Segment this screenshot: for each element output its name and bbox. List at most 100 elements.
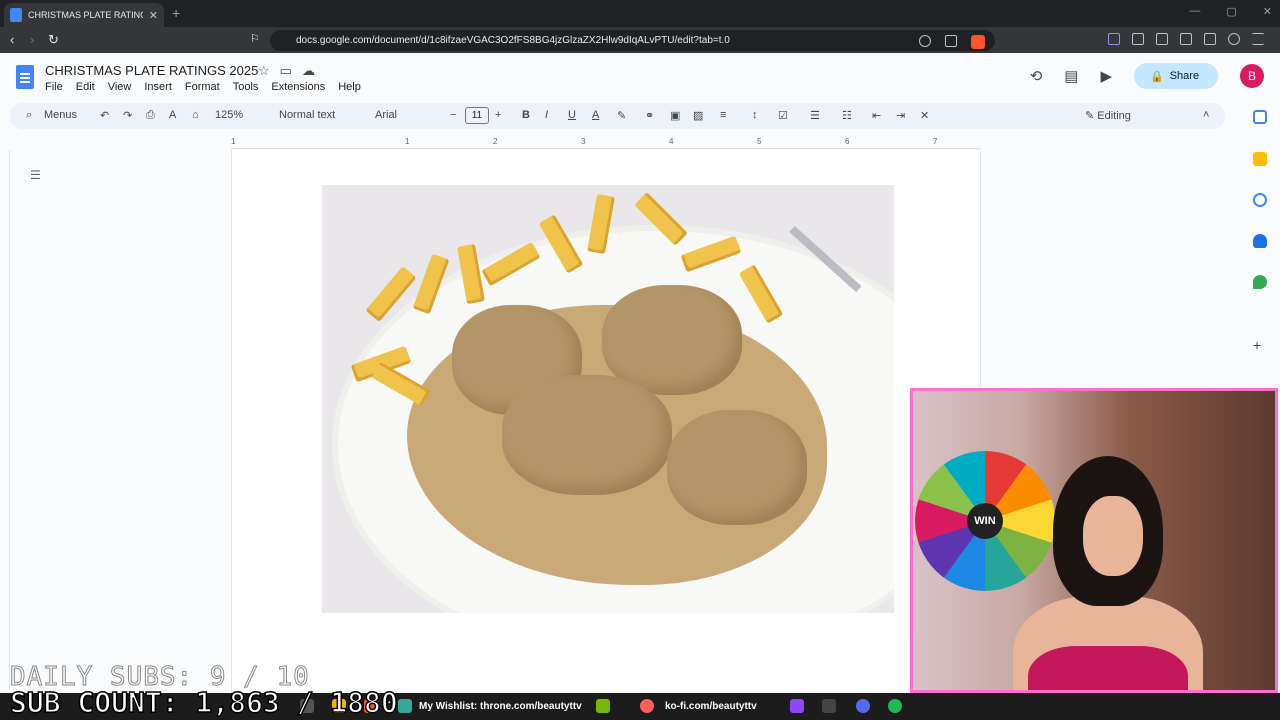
forward-icon[interactable]: ›: [30, 32, 34, 47]
close-tab-icon[interactable]: ✕: [149, 9, 158, 22]
style-select[interactable]: Normal text: [279, 109, 335, 121]
increase-font-icon[interactable]: +: [495, 109, 501, 121]
checklist-icon[interactable]: ☑: [778, 109, 788, 122]
maximize-button[interactable]: ▢: [1226, 5, 1236, 18]
bold-icon[interactable]: B: [522, 109, 530, 121]
sync-icon[interactable]: [1204, 33, 1216, 45]
decrease-font-icon[interactable]: −: [450, 109, 456, 121]
search-menus-label[interactable]: Menus: [44, 109, 77, 121]
menu-view[interactable]: View: [108, 81, 132, 93]
browser-tab[interactable]: CHRISTMAS PLATE RATINGS 20… ✕: [4, 3, 164, 27]
spellcheck-icon[interactable]: A: [169, 109, 176, 121]
docs-header: CHRISTMAS PLATE RATINGS 2025 ☆ ▭ ☁ File …: [0, 53, 1280, 100]
sidebar-icon[interactable]: [1180, 33, 1192, 45]
reload-icon[interactable]: ↻: [48, 32, 59, 48]
tasks-icon[interactable]: [1253, 193, 1267, 207]
ruler-number: 2: [493, 137, 498, 146]
align-icon[interactable]: ≡: [720, 109, 726, 121]
spotify-icon[interactable]: [888, 699, 902, 713]
add-addon-icon[interactable]: +: [1253, 338, 1267, 352]
streamer: [993, 456, 1223, 690]
puzzle-icon[interactable]: [1132, 33, 1144, 45]
line-spacing-icon[interactable]: ↕: [752, 109, 758, 121]
wishlist-text: My Wishlist: throne.com/beautyttv: [419, 701, 582, 712]
meat-piece: [502, 375, 672, 495]
editing-mode-select[interactable]: ✎ Editing: [1085, 109, 1131, 122]
address-bar[interactable]: docs.google.com/document/d/1c8ifzaeVGAC3…: [270, 30, 995, 51]
minimize-button[interactable]: —: [1189, 5, 1200, 18]
document-title[interactable]: CHRISTMAS PLATE RATINGS 2025: [45, 63, 258, 78]
share-button[interactable]: 🔒 Share: [1134, 63, 1218, 89]
search-menus-icon[interactable]: ⌕: [26, 109, 32, 122]
image-icon[interactable]: ▨: [693, 109, 703, 122]
cloud-status-icon[interactable]: ☁: [302, 63, 315, 79]
comment-icon[interactable]: ▣: [670, 109, 680, 122]
tab-title: CHRISTMAS PLATE RATINGS 20…: [28, 10, 143, 20]
comments-icon[interactable]: ▤: [1064, 67, 1078, 85]
extension-icon[interactable]: [1108, 33, 1120, 45]
brave-shields-icon[interactable]: [971, 35, 985, 49]
undo-icon[interactable]: ↶: [100, 109, 109, 122]
clear-format-icon[interactable]: ✕: [920, 109, 929, 122]
italic-icon[interactable]: I: [545, 109, 548, 121]
kofi-text: ko-fi.com/beautyttv: [665, 701, 757, 712]
link-icon[interactable]: ⚭: [645, 109, 654, 122]
paint-format-icon[interactable]: ⌂: [192, 109, 199, 121]
maps-icon[interactable]: [1253, 275, 1267, 289]
new-tab-button[interactable]: +: [172, 5, 180, 21]
bookmark-icon[interactable]: ⚐: [250, 32, 260, 45]
sub-count-counter: SUB COUNT: 1,863 / 1880: [9, 685, 398, 720]
vpn-icon[interactable]: [1228, 33, 1240, 45]
streamer-face: [1083, 496, 1143, 576]
zoom-select[interactable]: 125%: [215, 109, 243, 121]
bullet-list-icon[interactable]: ☰: [810, 109, 820, 122]
move-folder-icon[interactable]: ▭: [280, 63, 292, 79]
browser-navbar: ‹ › ↻ ⚐ docs.google.com/document/d/1c8if…: [0, 27, 1280, 53]
twitch-icon[interactable]: [790, 699, 804, 713]
menu-extensions[interactable]: Extensions: [271, 81, 325, 93]
menu-help[interactable]: Help: [338, 81, 361, 93]
menu-icon[interactable]: [1252, 33, 1264, 45]
share-page-icon[interactable]: [945, 35, 957, 47]
taskbar-app-icon[interactable]: [398, 699, 412, 713]
collapse-toolbar-icon[interactable]: ˄: [1203, 109, 1209, 121]
menu-format[interactable]: Format: [185, 81, 220, 93]
nvidia-icon[interactable]: [596, 699, 610, 713]
menu-file[interactable]: File: [45, 81, 63, 93]
decrease-indent-icon[interactable]: ⇤: [872, 109, 881, 122]
obs-icon[interactable]: [822, 699, 836, 713]
avatar[interactable]: B: [1240, 64, 1264, 88]
close-window-button[interactable]: ✕: [1263, 5, 1272, 18]
kofi-icon[interactable]: [640, 699, 654, 713]
version-history-icon[interactable]: ⟲: [1030, 67, 1043, 85]
contacts-icon[interactable]: [1253, 234, 1267, 248]
zoom-icon[interactable]: [919, 35, 931, 47]
print-icon[interactable]: ⎙: [146, 109, 155, 122]
back-icon[interactable]: ‹: [10, 32, 14, 47]
increase-indent-icon[interactable]: ⇥: [896, 109, 905, 122]
browser-titlebar: CHRISTMAS PLATE RATINGS 20… ✕ + — ▢ ✕: [0, 0, 1280, 27]
calendar-icon[interactable]: [1253, 110, 1267, 124]
highlight-icon[interactable]: ✎: [617, 109, 626, 122]
menu-insert[interactable]: Insert: [144, 81, 172, 93]
ruler-number: 1: [405, 137, 410, 146]
plate-photo[interactable]: [322, 185, 894, 613]
redo-icon[interactable]: ↷: [123, 109, 132, 122]
menu-tools[interactable]: Tools: [233, 81, 259, 93]
docs-logo-icon[interactable]: [16, 65, 34, 89]
ruler-number: 5: [757, 137, 762, 146]
star-icon[interactable]: ☆: [258, 63, 270, 79]
ruler-number: 6: [845, 137, 850, 146]
numbered-list-icon[interactable]: ☷: [842, 109, 852, 122]
underline-icon[interactable]: U: [568, 109, 576, 121]
outline-icon[interactable]: ☰: [30, 168, 41, 182]
font-size-input[interactable]: 11: [465, 107, 489, 124]
menu-edit[interactable]: Edit: [76, 81, 95, 93]
keep-icon[interactable]: [1253, 152, 1267, 166]
meet-icon[interactable]: ▶: [1100, 67, 1112, 85]
wallet-icon[interactable]: [1156, 33, 1168, 45]
font-select[interactable]: Arial: [375, 109, 397, 121]
horizontal-ruler[interactable]: 1 1 2 3 4 5 6 7: [231, 137, 981, 149]
text-color-icon[interactable]: A: [592, 109, 599, 121]
discord-icon[interactable]: [856, 699, 870, 713]
